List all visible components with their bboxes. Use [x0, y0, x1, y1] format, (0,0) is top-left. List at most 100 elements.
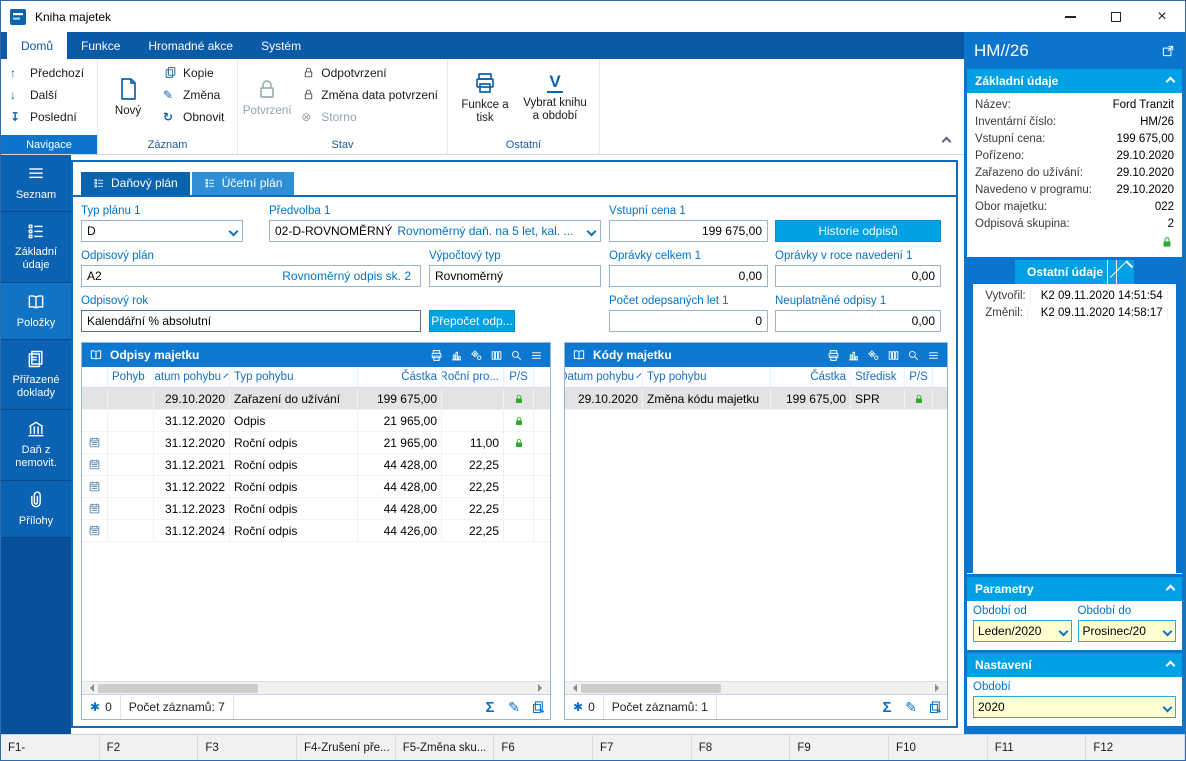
search-settings-icon[interactable] — [907, 349, 920, 362]
select-book-period-button[interactable]: V Vybrat knihu a období — [522, 62, 588, 134]
sidebar-item-prirazene-doklady[interactable]: Přiřazené doklady — [1, 340, 71, 410]
fkey-f11[interactable]: F11 — [988, 735, 1087, 760]
fkey-f6[interactable]: F6 — [494, 735, 593, 760]
copy-add-icon[interactable] — [923, 700, 947, 715]
menu-icon[interactable] — [530, 349, 543, 362]
tab-ucetni-plan[interactable]: Účetní plán — [192, 172, 295, 195]
menu-icon[interactable] — [927, 349, 940, 362]
obdobi-do-select[interactable]: Prosinec/20 — [1078, 620, 1177, 642]
prepocet-button[interactable]: Přepočet odp... — [429, 310, 515, 332]
gears-icon[interactable] — [470, 349, 483, 362]
copy-button[interactable]: Kopie — [158, 62, 229, 83]
table-row[interactable]: 31.12.2022 Roční odpis 44 428,00 22,25 — [82, 476, 550, 498]
tab-funkce[interactable]: Funkce — [67, 32, 134, 59]
column-header[interactable]: Datum pohybu — [565, 367, 643, 387]
table-row[interactable]: 31.12.2021 Roční odpis 44 428,00 22,25 — [82, 454, 550, 476]
table-row[interactable]: 31.12.2024 Roční odpis 44 426,00 22,25 — [82, 520, 550, 542]
close-button[interactable]: × — [1139, 1, 1185, 32]
section-header-zakladni-udaje[interactable]: Základní údaje — [967, 69, 1182, 93]
chart-icon[interactable] — [450, 349, 463, 362]
section-header-parametry[interactable]: Parametry — [967, 577, 1182, 601]
vstupni-cena-field[interactable]: 199 675,00 — [609, 220, 768, 242]
fkey-f9[interactable]: F9 — [790, 735, 889, 760]
obdobi-od-select[interactable]: Leden/2020 — [973, 620, 1072, 642]
section-header-ostatni-udaje[interactable]: Ostatní údaje — [1015, 260, 1134, 284]
tab-danovy-plan[interactable]: Daňový plán — [81, 172, 190, 195]
scroll-left-icon[interactable] — [569, 684, 577, 692]
odpisovy-rok-field[interactable]: Kalendářní % absolutní — [81, 310, 421, 332]
edit-icon[interactable]: ✎ — [899, 699, 923, 716]
fkey-f5[interactable]: F5-Změna sku... — [396, 735, 495, 760]
column-header[interactable]: Datum pohybu — [154, 367, 230, 387]
sidebar-item-dan-z-nemovit[interactable]: Daň z nemovit. — [1, 410, 71, 480]
last-button[interactable]: ↧ Poslední — [5, 106, 93, 127]
search-settings-icon[interactable] — [510, 349, 523, 362]
tab-system[interactable]: Systém — [247, 32, 315, 59]
gears-icon[interactable] — [867, 349, 880, 362]
table-row[interactable]: 31.12.2023 Roční odpis 44 428,00 22,25 — [82, 498, 550, 520]
scrollbar-thumb[interactable] — [581, 684, 721, 693]
table-row[interactable]: 29.10.2020 Zařazení do užívání 199 675,0… — [82, 388, 550, 410]
unconfirm-button[interactable]: Odpotvrzení — [296, 62, 443, 83]
sidebar-item-polozky[interactable]: Položky — [1, 283, 71, 340]
frozen-rows-indicator[interactable]: ✱ 0 — [565, 695, 604, 719]
sidebar-item-prilohy[interactable]: Přílohy — [1, 481, 71, 538]
column-header[interactable]: Částka — [358, 367, 442, 387]
column-header[interactable]: P/S — [905, 367, 933, 387]
copy-add-icon[interactable] — [526, 700, 550, 715]
table-row[interactable]: 31.12.2020 Roční odpis 21 965,00 11,00 — [82, 432, 550, 454]
column-header[interactable]: Středisk — [851, 367, 905, 387]
next-button[interactable]: ↓ Další — [5, 84, 93, 105]
edit-icon[interactable]: ✎ — [502, 699, 526, 716]
fkey-f8[interactable]: F8 — [692, 735, 791, 760]
column-header[interactable]: Typ pohybu — [230, 367, 358, 387]
pocet-odepsanych-let-field[interactable]: 0 — [609, 310, 768, 332]
columns-icon[interactable] — [490, 349, 503, 362]
frozen-rows-indicator[interactable]: ✱ 0 — [82, 695, 121, 719]
horizontal-scrollbar[interactable] — [82, 681, 550, 694]
storno-button[interactable]: ⊗ Storno — [296, 106, 443, 127]
open-in-window-icon[interactable] — [1161, 44, 1175, 58]
fkey-f12[interactable]: F12 — [1086, 735, 1185, 760]
horizontal-scrollbar[interactable] — [565, 681, 947, 694]
edit-button[interactable]: ✎ Změna — [158, 84, 229, 105]
confirm-button[interactable]: Potvrzení — [242, 62, 292, 134]
sum-icon[interactable]: Σ — [478, 699, 502, 716]
ribbon-collapse-button[interactable] — [943, 134, 950, 148]
historie-odpisu-button[interactable]: Historie odpisů — [775, 220, 941, 242]
fkey-f2[interactable]: F2 — [100, 735, 199, 760]
column-header[interactable]: Částka — [771, 367, 851, 387]
column-header[interactable]: Roční pro... — [442, 367, 504, 387]
column-header[interactable]: Typ pohybu — [643, 367, 771, 387]
maximize-button[interactable] — [1093, 1, 1139, 32]
fkey-f4[interactable]: F4-Zrušení pře... — [297, 735, 396, 760]
scrollbar-thumb[interactable] — [98, 684, 258, 693]
table-row[interactable]: 31.12.2020 Odpis 21 965,00 — [82, 410, 550, 432]
sum-icon[interactable]: Σ — [875, 699, 899, 716]
fkey-f7[interactable]: F7 — [593, 735, 692, 760]
columns-icon[interactable] — [887, 349, 900, 362]
sidebar-item-seznam[interactable]: Seznam — [1, 155, 71, 212]
section-header-nastaveni[interactable]: Nastavení — [967, 653, 1182, 677]
refresh-button[interactable]: ↻ Obnovit — [158, 106, 229, 127]
table-row[interactable]: 29.10.2020 Změna kódu majetku 199 675,00… — [565, 388, 947, 410]
fkey-f10[interactable]: F10 — [889, 735, 988, 760]
vypoctovy-typ-field[interactable]: Rovnoměrný — [429, 265, 601, 287]
scroll-right-icon[interactable] — [935, 684, 943, 692]
column-header[interactable]: Pohyb — [108, 367, 154, 387]
scroll-left-icon[interactable] — [86, 684, 94, 692]
chart-icon[interactable] — [847, 349, 860, 362]
print-icon[interactable] — [827, 349, 840, 362]
neuplatnene-odpisy-field[interactable]: 0,00 — [775, 310, 941, 332]
new-button[interactable]: Nový — [102, 62, 154, 134]
sidebar-item-zakladni-udaje[interactable]: Základní údaje — [1, 212, 71, 282]
tab-hromadne-akce[interactable]: Hromadné akce — [134, 32, 247, 59]
predvolba-select[interactable]: 02-D-ROVNOMĚRNÝ Rovnoměrný daň. na 5 let… — [269, 220, 601, 242]
print-icon[interactable] — [430, 349, 443, 362]
odpisovy-plan-field[interactable]: A2 Rovnoměrný odpis sk. 2 — [81, 265, 421, 287]
functions-print-button[interactable]: Funkce a tisk — [452, 62, 518, 134]
scroll-right-icon[interactable] — [538, 684, 546, 692]
obdobi-select[interactable]: 2020 — [973, 696, 1176, 718]
opravky-celkem-field[interactable]: 0,00 — [609, 265, 768, 287]
change-confirm-date-button[interactable]: Změna data potvrzení — [296, 84, 443, 105]
